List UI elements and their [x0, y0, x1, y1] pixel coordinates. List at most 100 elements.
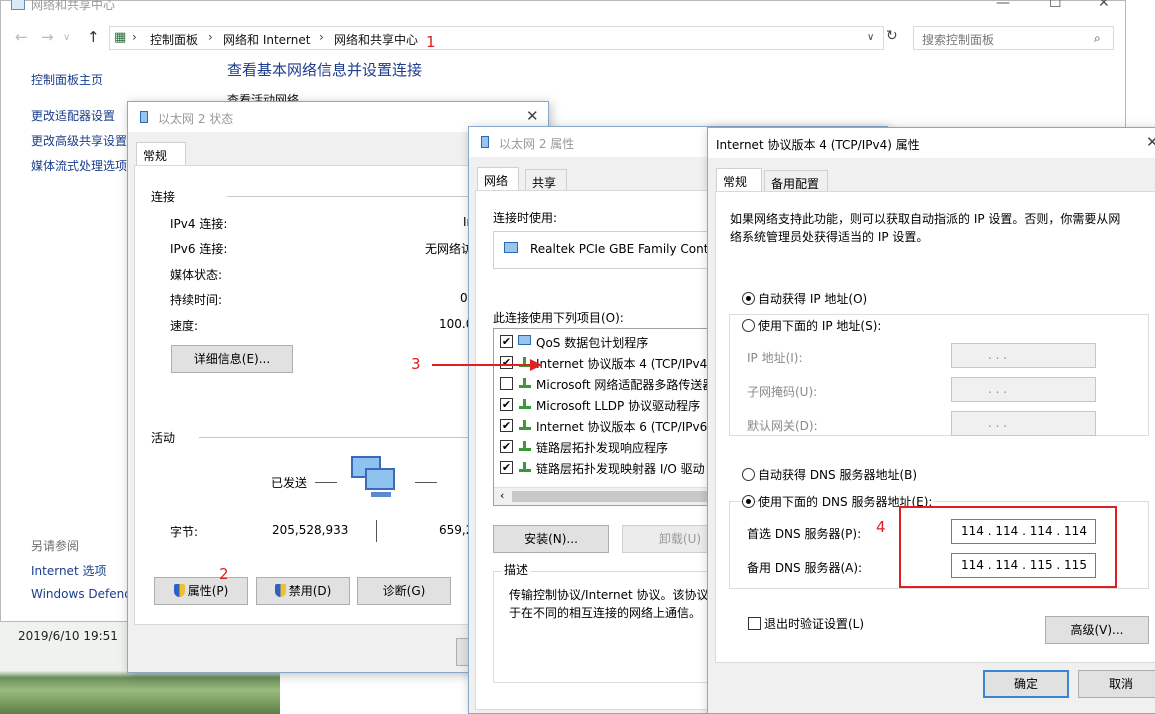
search-box[interactable]: 搜索控制面板 ⌕ — [913, 26, 1114, 50]
close-icon[interactable]: ✕ — [526, 107, 539, 125]
item-checkbox[interactable] — [500, 377, 513, 390]
details-button[interactable]: 详细信息(E)... — [171, 345, 293, 373]
ok-button[interactable]: 确定 — [983, 670, 1069, 698]
breadcrumb-separator-icon: › — [319, 30, 324, 44]
ip-address-field[interactable]: . . . — [951, 343, 1096, 368]
address-dropdown-icon[interactable]: ∨ — [867, 32, 874, 43]
cancel-button[interactable]: 取消 — [1078, 670, 1155, 698]
protocol-icon — [519, 399, 531, 409]
dialog-title-bar: Internet 协议版本 4 (TCP/IPv4) 属性 ✕ — [708, 128, 1155, 158]
connect-using-label: 连接时使用: — [493, 211, 558, 225]
disable-button[interactable]: 禁用(D) — [256, 577, 350, 605]
search-icon[interactable]: ⌕ — [1094, 31, 1101, 46]
see-also-title: 另请参阅 — [31, 539, 80, 553]
default-gateway-field[interactable]: . . . — [951, 411, 1096, 436]
activity-section-title: 活动 — [151, 431, 176, 445]
item-label: Microsoft LLDP 协议驱动程序 — [536, 399, 701, 413]
adapter-name: Realtek PCIe GBE Family Contr — [530, 242, 714, 256]
breadcrumb-network-internet[interactable]: 网络和 Internet — [223, 31, 310, 48]
auto-ip-radio[interactable] — [742, 292, 755, 305]
network-center-icon — [11, 0, 25, 10]
item-label: Internet 协议版本 4 (TCP/IPv4) — [536, 357, 712, 371]
advanced-sharing-settings-link[interactable]: 更改高级共享设置 — [31, 132, 127, 149]
preferred-dns-label: 首选 DNS 服务器(P): — [747, 527, 862, 541]
intro-text-line2: 络系统管理员处获得适当的 IP 设置。 — [730, 230, 929, 244]
dialog-title: Internet 协议版本 4 (TCP/IPv4) 属性 — [716, 138, 920, 152]
alternate-dns-label: 备用 DNS 服务器(A): — [747, 561, 863, 575]
manual-ip-label: 使用下面的 IP 地址(S): — [758, 317, 884, 334]
diagnose-button[interactable]: 诊断(G) — [357, 577, 451, 605]
validate-on-exit-checkbox[interactable] — [748, 617, 761, 630]
ip-address-placeholder: . . . — [988, 348, 1008, 362]
search-input[interactable]: 搜索控制面板 — [922, 31, 994, 48]
protocol-icon — [519, 420, 531, 430]
ip-address-label: IP 地址(I): — [747, 351, 803, 365]
install-button[interactable]: 安装(N)... — [493, 525, 609, 553]
item-checkbox[interactable]: ✔ — [500, 335, 513, 348]
item-checkbox[interactable]: ✔ — [500, 461, 513, 474]
network-activity-icon — [351, 456, 397, 498]
ipv6-connection-value: 无网络访 — [425, 242, 474, 256]
item-label: Microsoft 网络适配器多路传送器 — [536, 378, 715, 392]
speed-label: 速度: — [170, 319, 199, 333]
breadcrumb-separator-icon: › — [132, 30, 137, 44]
manual-ip-radio[interactable] — [742, 319, 755, 332]
uac-shield-icon — [173, 584, 185, 597]
up-arrow-icon[interactable]: ↑ — [87, 28, 100, 46]
scroll-left-icon[interactable]: ‹ — [500, 489, 504, 502]
forward-arrow-icon[interactable]: → — [41, 28, 54, 46]
tab-general[interactable]: 常规 — [716, 168, 762, 192]
recent-chevron-icon[interactable]: ∨ — [63, 32, 70, 43]
properties-button[interactable]: 属性(P) — [154, 577, 248, 605]
validate-on-exit-label: 退出时验证设置(L) — [764, 617, 865, 631]
annotation-number-2: 2 — [219, 565, 229, 583]
item-checkbox[interactable]: ✔ — [500, 440, 513, 453]
properties-button-label: 属性(P) — [187, 584, 229, 598]
auto-dns-radio[interactable] — [742, 468, 755, 481]
refresh-icon[interactable]: ↻ — [886, 28, 898, 44]
manual-dns-radio[interactable] — [742, 495, 755, 508]
dash — [415, 482, 437, 483]
tab-general[interactable]: 常规 — [136, 142, 186, 166]
close-icon[interactable]: ✕ — [1098, 0, 1110, 11]
breadcrumb-control-panel[interactable]: 控制面板 — [150, 31, 198, 48]
ethernet-icon — [140, 111, 148, 123]
scrollbar-thumb[interactable] — [512, 491, 722, 502]
connection-section-title: 连接 — [151, 190, 176, 204]
minimize-icon[interactable]: — — [996, 0, 1010, 11]
internet-options-link[interactable]: Internet 选项 — [31, 562, 106, 579]
tab-networking[interactable]: 网络 — [477, 167, 519, 191]
media-state-label: 媒体状态: — [170, 268, 223, 282]
protocol-icon — [519, 441, 531, 451]
item-label: QoS 数据包计划程序 — [536, 336, 649, 350]
window-title: 网络和共享中心 — [31, 0, 116, 12]
protocol-icon — [519, 378, 531, 388]
item-checkbox[interactable]: ✔ — [500, 419, 513, 432]
annotation-number-3: 3 — [411, 355, 421, 373]
change-adapter-settings-link[interactable]: 更改适配器设置 — [31, 107, 115, 124]
ipv6-connection-label: IPv6 连接: — [170, 242, 228, 256]
sent-label: 已发送 — [271, 476, 308, 490]
annotation-number-4: 4 — [876, 518, 886, 536]
media-streaming-link[interactable]: 媒体流式处理选项 — [31, 157, 127, 174]
protocol-icon — [519, 462, 531, 472]
intro-text-line1: 如果网络支持此功能，则可以获取自动指派的 IP 设置。否则，你需要从网 — [730, 212, 1121, 226]
description-text-line2: 于在不同的相互连接的网络上通信。 — [509, 606, 702, 620]
dash — [315, 482, 337, 483]
windows-defender-link[interactable]: Windows Defend — [31, 587, 132, 601]
annotation-number-1: 1 — [426, 33, 436, 51]
close-icon[interactable]: ✕ — [1146, 133, 1155, 151]
back-arrow-icon[interactable]: ← — [15, 28, 28, 46]
advanced-button[interactable]: 高级(V)... — [1045, 616, 1149, 644]
breadcrumb-network-center[interactable]: 网络和共享中心 — [334, 31, 418, 48]
item-checkbox[interactable]: ✔ — [500, 398, 513, 411]
qos-icon — [518, 335, 531, 345]
items-list-label: 此连接使用下列项目(O): — [493, 311, 624, 325]
control-panel-home-link[interactable]: 控制面板主页 — [31, 71, 103, 88]
maximize-icon[interactable]: ☐ — [1049, 0, 1062, 11]
page-title: 查看基本网络信息并设置连接 — [227, 61, 423, 79]
address-bar[interactable]: ▦ › 控制面板 › 网络和 Internet › 网络和共享中心 ∨ — [109, 26, 884, 50]
subnet-mask-field[interactable]: . . . — [951, 377, 1096, 402]
item-label: Internet 协议版本 6 (TCP/IPv6) — [536, 420, 712, 434]
dialog-title: 以太网 2 属性 — [499, 137, 575, 151]
